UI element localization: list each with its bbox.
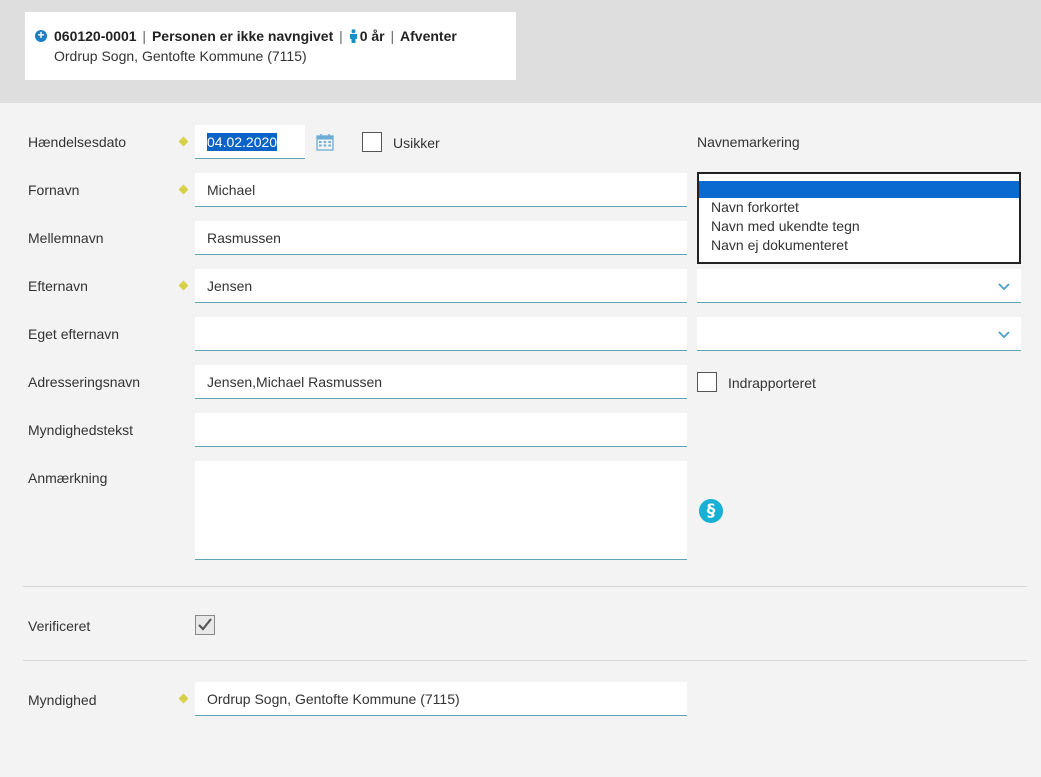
person-icon <box>349 29 357 43</box>
required-marker <box>178 693 189 704</box>
calendar-icon[interactable] <box>316 133 334 151</box>
section-divider <box>23 660 1027 661</box>
name-marking-dropdown[interactable]: Navn forkortet Navn med ukendte tegn Nav… <box>697 172 1021 264</box>
verified-checkbox[interactable] <box>195 615 215 635</box>
verified-label: Verificeret <box>28 618 91 634</box>
address-name-label: Adresseringsnavn <box>28 374 141 390</box>
middle-name-input[interactable]: Rasmussen <box>195 221 687 255</box>
name-marking-option[interactable]: Navn ej dokumenteret <box>699 236 1019 255</box>
first-name-input[interactable]: Michael <box>195 173 687 207</box>
person-summary-line: 060120-0001 | Personen er ikke navngivet… <box>54 28 457 44</box>
name-marking-option-selected[interactable] <box>699 181 1019 198</box>
name-marking-option[interactable]: Navn forkortet <box>699 198 1019 217</box>
required-marker <box>178 136 189 147</box>
last-name-input[interactable]: Jensen <box>195 269 687 303</box>
middle-name-label: Mellemnavn <box>28 230 104 246</box>
authority-text-input[interactable] <box>195 413 687 447</box>
paragraph-icon[interactable]: § <box>699 499 723 523</box>
authority-label: Myndighed <box>28 692 97 708</box>
person-age: 0 år <box>359 28 385 44</box>
last-name-marking-select[interactable] <box>697 269 1021 303</box>
event-date-input[interactable]: 04.02.2020 <box>195 125 305 159</box>
address-name-input[interactable]: Jensen,Michael Rasmussen <box>195 365 687 399</box>
uncertain-label: Usikker <box>393 135 440 151</box>
person-summary-card: + 060120-0001 | Personen er ikke navngiv… <box>25 12 516 80</box>
name-marking-label: Navnemarkering <box>697 134 800 150</box>
name-marking-option[interactable]: Navn med ukendte tegn <box>699 217 1019 236</box>
separator: | <box>142 28 147 44</box>
last-name-label: Efternavn <box>28 278 88 294</box>
person-id: 060120-0001 <box>54 28 137 44</box>
person-header-bar: + 060120-0001 | Personen er ikke navngiv… <box>0 0 1041 103</box>
own-last-name-label: Eget efternavn <box>28 326 120 342</box>
chevron-down-icon <box>998 283 1010 291</box>
event-date-label: Hændelsesdato <box>28 134 127 150</box>
remark-textarea[interactable] <box>195 461 687 560</box>
authority-text-label: Myndighedstekst <box>28 422 134 438</box>
plus-circle-icon[interactable]: + <box>35 29 47 42</box>
reported-label: Indrapporteret <box>728 375 816 391</box>
event-date-value: 04.02.2020 <box>207 133 278 151</box>
uncertain-checkbox[interactable] <box>362 132 382 152</box>
checkmark-icon <box>198 618 212 631</box>
first-name-label: Fornavn <box>28 182 80 198</box>
reported-checkbox[interactable] <box>697 372 717 392</box>
separator: | <box>339 28 343 44</box>
person-status: Afventer <box>400 28 457 44</box>
own-last-name-marking-select[interactable] <box>697 317 1021 351</box>
authority-input[interactable]: Ordrup Sogn, Gentofte Kommune (7115) <box>195 682 687 716</box>
chevron-down-icon <box>998 331 1010 339</box>
required-marker <box>178 280 189 291</box>
person-name: Personen er ikke navngivet <box>151 28 334 44</box>
remark-label: Anmærkning <box>28 470 108 486</box>
required-marker <box>178 184 189 195</box>
section-divider <box>23 586 1027 587</box>
person-location: Ordrup Sogn, Gentofte Kommune (7115) <box>54 48 307 64</box>
separator: | <box>390 28 395 44</box>
own-last-name-input[interactable] <box>195 317 687 351</box>
